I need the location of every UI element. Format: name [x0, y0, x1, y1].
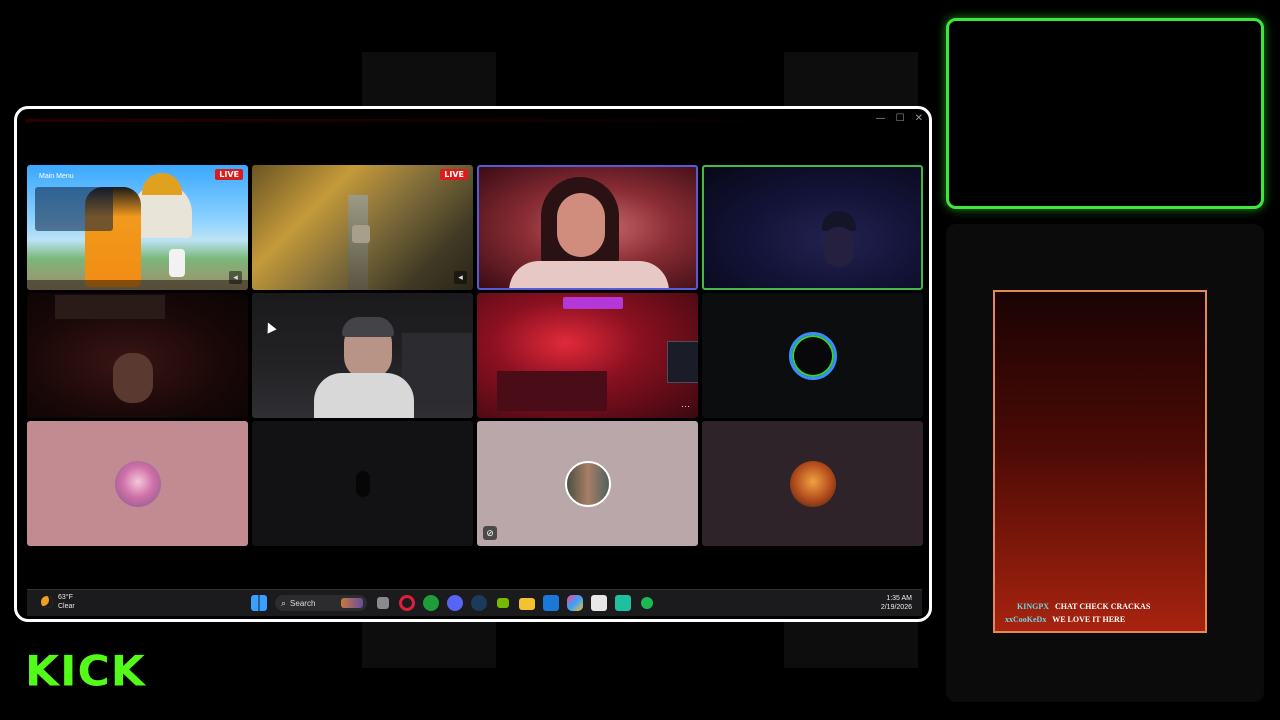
nvidia-icon[interactable]: [497, 598, 509, 608]
video-tile-avatar[interactable]: [252, 421, 473, 546]
video-tile-webcam[interactable]: [477, 165, 698, 290]
chat-message: KINGPX CHAT CHECK CRACKAS: [1017, 602, 1150, 611]
weather-temp: 63°F: [58, 594, 73, 601]
clock-time: 1:35 AM: [886, 595, 912, 602]
background-panel: [784, 622, 918, 668]
search-label: Search: [290, 598, 316, 608]
avatar: [789, 460, 836, 507]
xbox-icon[interactable]: [423, 595, 439, 611]
store-icon[interactable]: [591, 595, 607, 611]
background-panel: [362, 52, 496, 112]
live-badge: LIVE: [215, 169, 243, 180]
live-badge: LIVE: [440, 169, 468, 180]
close-button[interactable]: ✕: [915, 113, 923, 124]
search-icon: ⌕: [281, 597, 287, 608]
opera-icon[interactable]: [399, 595, 415, 611]
video-call-grid: Main Menu LIVE ◂ LIVE ◂ ⋯ ⊘: [27, 165, 923, 546]
weather-widget[interactable]: 63°F Clear: [41, 593, 75, 611]
clock-date: 2/19/2026: [880, 604, 912, 611]
weather-desc: Clear: [58, 603, 75, 610]
video-tile-game-stream[interactable]: Main Menu LIVE ◂: [27, 165, 248, 290]
chat-text: CHAT CHECK CRACKAS: [1055, 602, 1151, 611]
webcam-frame: [946, 18, 1264, 209]
background-panel: [784, 52, 918, 112]
chat-message: xxCooKeDx WE LOVE IT HERE: [1005, 615, 1125, 624]
video-tile-webcam[interactable]: [27, 293, 248, 418]
steam-icon[interactable]: [471, 595, 487, 611]
taskbar: 63°F Clear ⌕ Search 1:35 AM 2/19/2026: [27, 589, 922, 616]
moon-icon: [41, 596, 53, 608]
chat-overlay: KINGPX CHAT CHECK CRACKAS xxCooKeDx WE L…: [993, 290, 1207, 633]
mail-icon[interactable]: [543, 595, 559, 611]
video-tile-webcam[interactable]: [702, 165, 923, 290]
chat-username: xxCooKeDx: [1005, 615, 1047, 624]
minimize-button[interactable]: —: [876, 113, 886, 124]
more-icon[interactable]: ⋯: [681, 401, 690, 412]
avatar: [564, 460, 611, 507]
screen-capture-window: — ☐ ✕ Main Menu LIVE ◂ LIVE ◂ ⋯ ⊘ 63°F C…: [14, 106, 932, 622]
avatar: [788, 331, 837, 380]
video-tile-avatar[interactable]: ⊘: [477, 421, 698, 546]
no-camera-icon: ⊘: [483, 526, 497, 540]
video-tile-avatar[interactable]: [27, 421, 248, 546]
video-tile-webcam[interactable]: ⋯: [477, 293, 698, 418]
discord-icon[interactable]: [447, 595, 463, 611]
speaker-icon[interactable]: ◂: [454, 271, 467, 284]
chat-username: KINGPX: [1017, 602, 1049, 611]
search-box[interactable]: ⌕ Search: [275, 595, 367, 611]
windows-start-icon[interactable]: [251, 595, 267, 611]
video-tile-avatar[interactable]: [702, 293, 923, 418]
file-explorer-icon[interactable]: [519, 598, 535, 610]
spotify-icon[interactable]: [641, 597, 653, 609]
avatar: [355, 470, 370, 497]
avatar: [114, 460, 161, 507]
system-clock[interactable]: 1:35 AM 2/19/2026: [881, 594, 912, 612]
video-tile-game-stream[interactable]: LIVE ◂: [252, 165, 473, 290]
maximize-button[interactable]: ☐: [896, 113, 905, 124]
taskbar-apps: ⌕ Search: [251, 595, 655, 611]
copilot-icon[interactable]: [567, 595, 583, 611]
background-panel: [362, 622, 496, 668]
speaker-icon[interactable]: ◂: [229, 271, 242, 284]
widgets-icon: [341, 598, 363, 608]
chat-text: WE LOVE IT HERE: [1052, 615, 1126, 624]
kick-logo: KICK: [25, 647, 146, 696]
video-tile-webcam[interactable]: [252, 293, 473, 418]
video-tile-avatar[interactable]: [702, 421, 923, 546]
window-controls: — ☐ ✕: [876, 113, 923, 124]
title-bar-strip: [25, 119, 809, 122]
menu-title: Main Menu: [39, 173, 74, 180]
game-app-icon[interactable]: [615, 595, 631, 611]
task-view-icon[interactable]: [377, 597, 389, 609]
